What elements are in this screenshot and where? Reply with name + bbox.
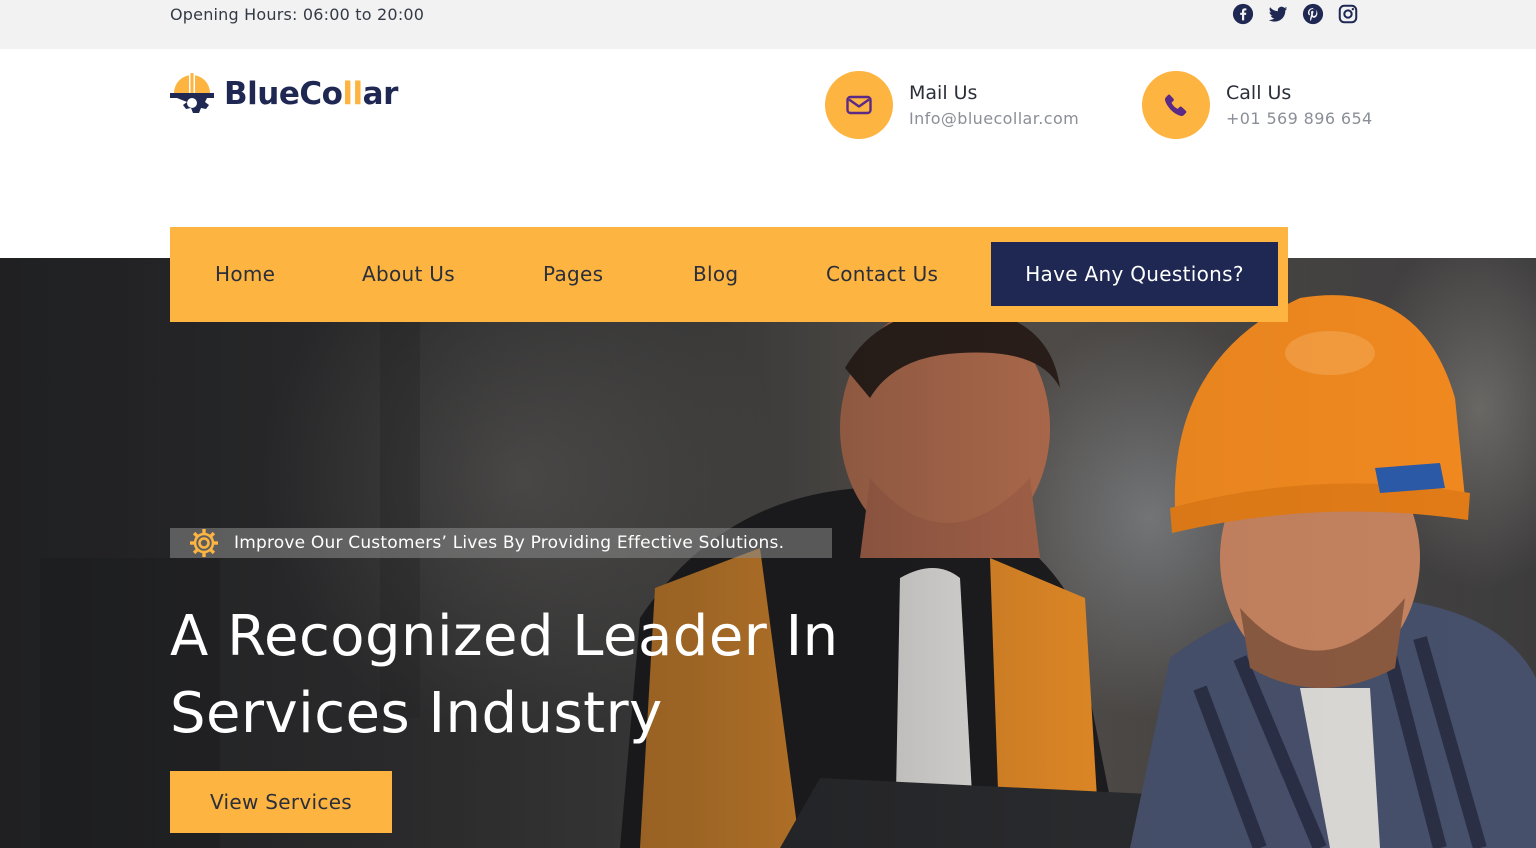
opening-hours: Opening Hours: 06:00 to 20:00 xyxy=(170,5,425,24)
hero-tagline: Improve Our Customers’ Lives By Providin… xyxy=(170,528,832,558)
call-circle xyxy=(1142,71,1210,139)
mail-title: Mail Us xyxy=(909,82,978,104)
mail-address[interactable]: Info@bluecollar.com xyxy=(909,109,1079,128)
hardhat-gear-icon xyxy=(170,72,214,113)
main-nav: Home About Us Pages Blog Contact Us Have… xyxy=(170,227,1288,322)
brand-name-part1: BlueCo xyxy=(224,76,343,112)
nav-item-about-us[interactable]: About Us xyxy=(362,262,455,286)
nav-item-pages[interactable]: Pages xyxy=(543,262,603,286)
social-links xyxy=(1232,3,1359,25)
headline-line-2: Services Industry xyxy=(170,681,663,746)
twitter-icon[interactable] xyxy=(1267,3,1289,25)
phone-icon xyxy=(1164,94,1187,117)
mail-circle xyxy=(825,71,893,139)
call-number[interactable]: +01 569 896 654 xyxy=(1226,109,1373,128)
brand-logo[interactable]: BlueCollar xyxy=(168,69,398,119)
nav-item-blog[interactable]: Blog xyxy=(693,262,738,286)
instagram-icon[interactable] xyxy=(1337,3,1359,25)
headline-line-1: A Recognized Leader In xyxy=(170,604,839,669)
nav-item-contact-us[interactable]: Contact Us xyxy=(826,262,938,286)
brand-name: BlueCollar xyxy=(224,76,398,112)
call-title: Call Us xyxy=(1226,82,1292,104)
contact-mail[interactable]: Mail Us Info@bluecollar.com xyxy=(825,71,1079,139)
contact-call[interactable]: Call Us +01 569 896 654 xyxy=(1142,71,1373,139)
view-services-button[interactable]: View Services xyxy=(170,771,392,833)
gear-icon xyxy=(190,529,218,557)
brand-name-accent: ll xyxy=(342,76,363,112)
nav-item-home[interactable]: Home xyxy=(215,262,275,286)
pinterest-icon[interactable] xyxy=(1302,3,1324,25)
have-questions-button[interactable]: Have Any Questions? xyxy=(991,242,1278,306)
tagline-text: Improve Our Customers’ Lives By Providin… xyxy=(234,533,785,553)
hero-headline: A Recognized Leader In Services Industry xyxy=(170,598,930,752)
facebook-icon[interactable] xyxy=(1232,3,1254,25)
top-bar: Opening Hours: 06:00 to 20:00 xyxy=(0,0,1536,49)
brand-name-part2: ar xyxy=(362,76,399,112)
envelope-icon xyxy=(846,95,872,115)
